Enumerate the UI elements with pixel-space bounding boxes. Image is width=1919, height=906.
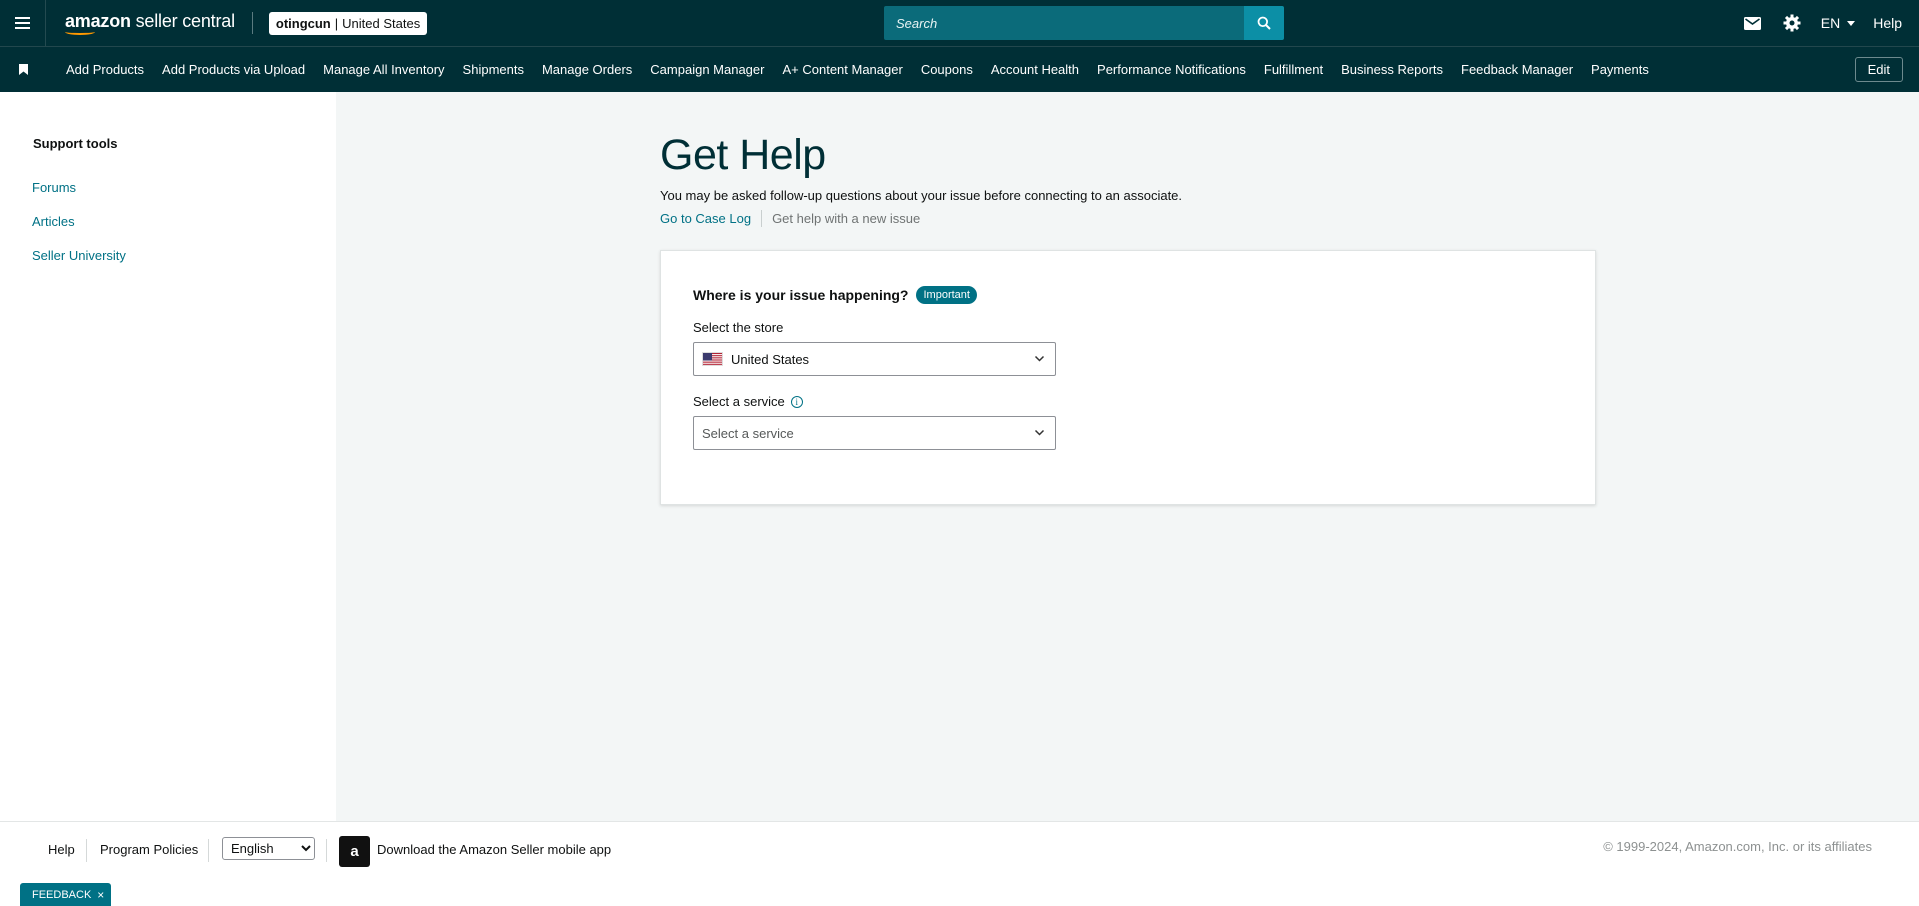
nav-item-performance-notifications[interactable]: Performance Notifications	[1097, 62, 1246, 77]
store-select-value: United States	[731, 351, 810, 367]
edit-bookmarks-button[interactable]: Edit	[1854, 57, 1903, 82]
page-subtitle: You may be asked follow-up questions abo…	[660, 188, 1183, 203]
nav-item-account-health[interactable]: Account Health	[991, 62, 1079, 77]
issue-question-text: Where is your issue happening?	[693, 287, 909, 303]
service-label: Select a service i	[693, 394, 803, 409]
close-icon[interactable]: ×	[97, 888, 104, 902]
bookmark-icon[interactable]	[0, 47, 46, 92]
bookmarks-navbar: Add Products Add Products via Upload Manag…	[0, 46, 1919, 92]
footer-language-select[interactable]: English	[222, 837, 315, 860]
case-log-link[interactable]: Go to Case Log	[660, 211, 751, 226]
nav-item-add-products-via-upload[interactable]: Add Products via Upload	[162, 62, 305, 77]
nav-item-manage-orders[interactable]: Manage Orders	[542, 62, 632, 77]
hamburger-menu-icon[interactable]	[0, 0, 46, 46]
nav-item-a-content-manager[interactable]: A+ Content Manager	[782, 62, 902, 77]
search-bar	[884, 6, 1284, 40]
language-code: EN	[1820, 15, 1841, 31]
nav-item-shipments[interactable]: Shipments	[463, 62, 524, 77]
support-tools-sidebar: Support tools Forums Articles Seller Uni…	[0, 92, 336, 821]
nav-item-payments[interactable]: Payments	[1591, 62, 1649, 77]
search-icon	[1257, 16, 1271, 30]
info-icon[interactable]: i	[790, 395, 803, 408]
issue-question: Where is your issue happening? Important	[693, 286, 977, 304]
language-dropdown[interactable]: EN	[1820, 15, 1856, 31]
new-issue-link[interactable]: Get help with a new issue	[772, 211, 920, 226]
service-select[interactable]: Select a service	[693, 416, 1056, 450]
page-footer: Help Program Policies English a Download…	[0, 821, 1919, 906]
us-flag-icon	[702, 352, 723, 366]
nav-item-coupons[interactable]: Coupons	[921, 62, 973, 77]
account-marketplace: United States	[342, 15, 421, 31]
nav-item-manage-all-inventory[interactable]: Manage All Inventory	[323, 62, 444, 77]
service-select-placeholder: Select a service	[702, 425, 794, 441]
sidebar-link-forums[interactable]: Forums	[32, 180, 76, 195]
sidebar-link-articles[interactable]: Articles	[32, 214, 75, 229]
store-label: Select the store	[693, 320, 783, 335]
header-help-link[interactable]: Help	[1873, 15, 1902, 31]
chevron-down-icon	[1034, 429, 1045, 436]
nav-items: Add Products Add Products via Upload Manag…	[66, 62, 1667, 77]
feedback-label: FEEDBACK	[32, 888, 92, 901]
sidebar-link-seller-university[interactable]: Seller University	[32, 248, 126, 263]
account-name: otingcun	[275, 15, 331, 31]
download-app-link[interactable]: Download the Amazon Seller mobile app	[377, 842, 611, 857]
footer-divider	[208, 839, 209, 862]
nav-item-business-reports[interactable]: Business Reports	[1341, 62, 1443, 77]
nav-item-feedback-manager[interactable]: Feedback Manager	[1461, 62, 1573, 77]
service-label-text: Select a service	[693, 394, 785, 409]
help-links: Go to Case Log Get help with a new issue	[660, 210, 920, 227]
gear-icon[interactable]	[1783, 14, 1801, 32]
footer-help-link[interactable]: Help	[48, 842, 75, 857]
store-select[interactable]: United States	[693, 342, 1056, 376]
account-switcher[interactable]: otingcun | United States	[268, 11, 428, 35]
header-divider	[251, 12, 253, 34]
header-utilities: EN Help	[1722, 0, 1902, 46]
issue-location-card: Where is your issue happening? Important…	[660, 250, 1596, 505]
footer-divider	[326, 839, 327, 862]
footer-program-policies-link[interactable]: Program Policies	[100, 842, 198, 857]
link-divider	[761, 210, 763, 227]
chevron-down-icon	[1034, 355, 1045, 362]
store-label-text: Select the store	[693, 320, 784, 335]
nav-item-campaign-manager[interactable]: Campaign Manager	[650, 62, 764, 77]
mail-icon[interactable]	[1743, 16, 1761, 30]
nav-item-add-products[interactable]: Add Products	[66, 62, 144, 77]
seller-central-logo[interactable]: amazon seller central	[65, 12, 235, 35]
sidebar-title: Support tools	[33, 136, 118, 151]
footer-divider	[86, 839, 87, 862]
amazon-app-icon[interactable]: a	[339, 836, 370, 867]
important-badge: Important	[916, 286, 977, 304]
feedback-tab[interactable]: FEEDBACK ×	[20, 883, 112, 906]
copyright-text: © 1999-2024, Amazon.com, Inc. or its aff…	[1603, 839, 1872, 854]
chevron-down-icon	[1847, 20, 1856, 26]
page-title: Get Help	[660, 131, 826, 179]
search-button[interactable]	[1244, 6, 1284, 40]
nav-item-fulfillment[interactable]: Fulfillment	[1264, 62, 1323, 77]
account-separator: |	[334, 15, 339, 31]
search-input[interactable]	[884, 6, 1244, 40]
